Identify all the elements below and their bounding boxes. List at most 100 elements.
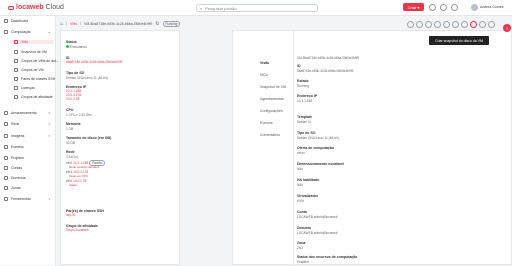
status-value: Executando <box>70 45 87 49</box>
sidebar-item-storage[interactable]: Armazenamento ▾ <box>4 111 54 115</box>
app-logo[interactable]: locaweb Cloud <box>8 4 64 11</box>
snapshot-icon[interactable] <box>452 21 459 28</box>
notifications-icon[interactable] <box>451 4 458 11</box>
detail-name: VM-8ba8718e-e83b-4c26-b8ba-08b0e4b9f9 <box>297 55 437 60</box>
group-icon <box>14 68 18 72</box>
detail-account: Conta LOCAWEB-admin@lucaweb <box>297 210 437 219</box>
cpu-value: 1 CPU x 2.00 Ghz <box>66 113 92 117</box>
memory-section: Memória 1 GB <box>66 122 80 131</box>
hypervisor-label: Virtualizador <box>297 194 319 198</box>
os-section: Tipo de SO Debian GNU/Linux 11 (64-bit) <box>66 71 108 80</box>
id-label: ID <box>297 64 301 68</box>
name-value: VM-8ba8718e-e83b-4c26-b8ba-08b0e4b9f9 <box>297 56 360 60</box>
global-search[interactable]: ⌕ Pesquisar padrão <box>196 4 318 12</box>
sidebar-item-zones[interactable]: Zonas <box>4 186 54 190</box>
id-value: 8ba8718e-e83b-4c26-b8ba-08b0e4b9f9 <box>297 69 354 73</box>
help-fab-icon[interactable]: ? <box>503 24 511 32</box>
vm-icon <box>14 40 18 44</box>
search-icon: ⌕ <box>200 5 203 11</box>
disk-section: Tamanho do disco (em GB) 30 GB <box>66 136 111 145</box>
status-value-row: Executando <box>66 45 87 49</box>
console-icon[interactable] <box>407 21 414 28</box>
more-icon[interactable] <box>488 21 495 28</box>
refresh-icon[interactable]: ↻ <box>155 21 159 27</box>
user-avatar[interactable] <box>471 4 478 11</box>
dynamic-scaling-label: Dimensionamento escalável <box>297 162 344 166</box>
running-dot-icon <box>66 45 69 48</box>
sidebar-label: Rede <box>11 122 20 126</box>
iso-icon[interactable] <box>461 21 468 28</box>
id-value[interactable]: 8ba8718e-e83b-4c26-b8ba-08b0e4b9f9 <box>66 60 122 64</box>
migrate-icon[interactable] <box>479 21 486 28</box>
home-icon[interactable]: ⌂ <box>60 21 63 27</box>
sidebar-item-images[interactable]: Imagens ▾ <box>4 134 54 138</box>
domain-icon <box>4 176 8 180</box>
network-label: Rede <box>66 150 75 154</box>
edit-icon[interactable] <box>416 21 423 28</box>
ssh-value[interactable]: key-01 <box>66 213 104 217</box>
status-section: Status Executando <box>66 40 87 49</box>
affinity-value[interactable]: Grupo Lucaweb <box>66 228 98 232</box>
memory-value: 1 GB <box>66 127 74 131</box>
zone-label: Zona <box>297 241 306 245</box>
network-section: Rede 3 NIC(s) eth0 10.1.1.188 Padrão Red… <box>66 150 106 187</box>
network-icon <box>4 122 8 126</box>
detail-zone: Zona ZN1 <box>297 241 437 250</box>
sidebar-item-dashboard[interactable]: Dashboard <box>4 19 54 23</box>
ip-value[interactable]: 10.0.2.93 <box>66 97 86 101</box>
reboot-icon[interactable] <box>434 21 441 28</box>
cpu-section: CPU 1 CPU x 2.00 Ghz <box>66 108 92 117</box>
user-name[interactable]: Andrea Gomes <box>480 5 504 9</box>
create-button[interactable]: Criar ▾ <box>403 3 424 11</box>
sidebar-item-projects[interactable]: Projetos <box>4 156 54 160</box>
cloud-logo-icon <box>8 5 14 10</box>
detail-id: ID 8ba8718e-e83b-4c26-b8ba-08b0e4b9f9 <box>297 64 437 73</box>
breadcrumb-separator: / <box>66 21 68 26</box>
main-content: ⌂ / VMs / VM-8ba8718e-e83b-4c26-b8ba-08b… <box>56 16 512 266</box>
sidebar-item-tools[interactable]: Ferramentas ▾ <box>4 197 54 201</box>
chevron-down-icon: ▾ <box>48 122 50 126</box>
nic-network[interactable]: Rede em VPC <box>69 174 105 178</box>
settings-icon[interactable] <box>440 4 447 11</box>
detail-ha: HA habilitado Não <box>297 178 437 187</box>
top-bar: locaweb Cloud ⌕ Pesquisar padrão Criar ▾… <box>0 0 512 16</box>
zone-value: ZN1 <box>297 246 304 250</box>
sidebar-item-domains[interactable]: Domínios <box>4 176 54 180</box>
os-value: Debian GNU/Linux 11 (64-bit) <box>297 136 339 140</box>
sidebar-label: Snapshot de VM <box>21 50 47 54</box>
sidebar-label: Contas <box>11 166 23 170</box>
ssh-section: Par(es) de chaves SSH key-01 <box>66 209 104 217</box>
template-value: Debian 11 <box>297 120 312 124</box>
sidebar-item-accounts[interactable]: Contas <box>4 166 54 170</box>
help-icon[interactable] <box>429 4 436 11</box>
sidebar-label: Ferramentas <box>11 197 31 201</box>
sidebar-label: Zonas <box>11 186 21 190</box>
nic-network[interactable]: vlabel <box>69 183 105 187</box>
sidebar-item-network[interactable]: Rede ▾ <box>4 122 54 126</box>
sidebar-label: Armazenamento <box>11 111 37 115</box>
key-icon <box>14 77 18 81</box>
sidebar-label: Pares de chaves SSH <box>21 77 56 81</box>
memory-label: Memória <box>66 122 81 126</box>
sidebar-label: Imagens <box>11 134 25 138</box>
sidebar-label: Grupos de VMs de aut... <box>21 59 59 63</box>
detail-ip: Endereço IP 10.1.1.188 <box>297 94 437 103</box>
breadcrumb-vms[interactable]: VMs <box>70 22 77 26</box>
state-label: Estado <box>297 79 309 83</box>
disk-snapshot-icon[interactable] <box>470 21 477 28</box>
tab-divider <box>293 31 294 266</box>
stop-icon[interactable] <box>425 21 432 28</box>
sidebar-item-computacao[interactable]: Computação ▴ <box>4 30 54 34</box>
create-label: Criar <box>407 4 417 10</box>
search-placeholder: Pesquisar padrão <box>205 5 237 11</box>
affinity-icon <box>14 95 18 99</box>
domain-label: Domínio <box>297 226 311 230</box>
breadcrumb-vm-name: VM-8ba8718e-e83b-4c26-b8ba-08b0e4b9f9 <box>84 21 153 26</box>
reinstall-icon[interactable] <box>443 21 450 28</box>
sidebar-item-events[interactable]: Eventos <box>4 145 54 149</box>
sidebar-item-vms[interactable]: VMs <box>10 40 54 44</box>
tools-icon <box>4 197 8 201</box>
project-icon <box>4 156 8 160</box>
zone-icon <box>4 186 8 190</box>
cloud-icon <box>4 30 8 34</box>
